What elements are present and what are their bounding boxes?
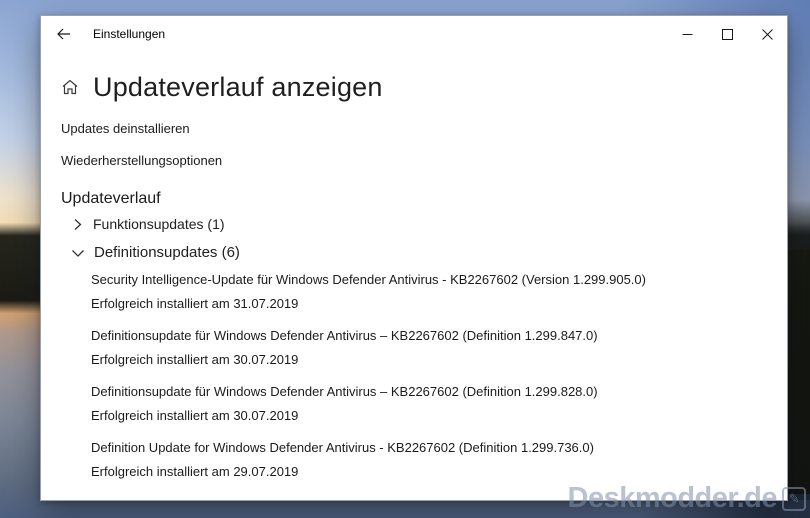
update-entry: Definitionsupdate für Windows Defender A… xyxy=(91,384,767,423)
update-entry: Security Intelligence-Update für Windows… xyxy=(91,272,767,311)
update-status: Erfolgreich installiert am 30.07.2019 xyxy=(91,352,299,367)
maximize-button[interactable] xyxy=(707,16,747,52)
update-list: Security Intelligence-Update für Windows… xyxy=(61,272,767,479)
back-button[interactable] xyxy=(41,16,87,52)
update-title: Security Intelligence-Update für Windows… xyxy=(91,272,646,287)
update-entry: Definitionsupdate für Windows Defender A… xyxy=(91,328,767,367)
update-entry: Definition Update for Windows Defender A… xyxy=(91,440,767,479)
group-funktionsupdates[interactable]: Funktionsupdates (1) xyxy=(61,216,225,232)
caption-buttons xyxy=(667,16,787,52)
back-arrow-icon xyxy=(56,26,72,42)
chevron-down-icon xyxy=(71,246,85,260)
pencil-icon: ✎ xyxy=(782,486,806,511)
update-title: Definition Update for Windows Defender A… xyxy=(91,440,594,455)
update-status: Erfolgreich installiert am 31.07.2019 xyxy=(91,296,299,311)
update-title: Definitionsupdate für Windows Defender A… xyxy=(91,328,598,343)
close-button[interactable] xyxy=(747,16,787,52)
page-header: Updateverlauf anzeigen xyxy=(61,67,767,107)
minimize-icon xyxy=(682,29,693,40)
update-status: Erfolgreich installiert am 29.07.2019 xyxy=(91,464,299,479)
update-history-heading: Updateverlauf xyxy=(61,190,161,207)
home-icon xyxy=(61,78,79,96)
chevron-right-icon xyxy=(71,218,84,231)
link-recovery-options[interactable]: Wiederherstellungsoptionen xyxy=(61,153,222,168)
maximize-icon xyxy=(721,28,733,40)
window-title: Einstellungen xyxy=(93,27,166,41)
group-label: Definitionsupdates (6) xyxy=(94,244,240,261)
group-definitionsupdates[interactable]: Definitionsupdates (6) xyxy=(61,244,240,261)
close-icon xyxy=(761,28,773,40)
settings-window: Einstellungen Updateverlauf anzeigen Upd… xyxy=(40,15,788,501)
update-title: Definitionsupdate für Windows Defender A… xyxy=(91,384,598,399)
update-status: Erfolgreich installiert am 30.07.2019 xyxy=(91,408,299,423)
page-title: Updateverlauf anzeigen xyxy=(93,71,383,102)
minimize-button[interactable] xyxy=(667,16,707,52)
page-content: Updateverlauf anzeigen Updates deinstall… xyxy=(41,67,787,480)
group-label: Funktionsupdates (1) xyxy=(93,216,225,232)
deskmodder-watermark: Deskmodder.de ✎ xyxy=(568,482,806,515)
link-uninstall-updates[interactable]: Updates deinstallieren xyxy=(61,121,190,136)
titlebar[interactable]: Einstellungen xyxy=(41,16,787,52)
watermark-text: Deskmodder.de xyxy=(567,482,778,514)
